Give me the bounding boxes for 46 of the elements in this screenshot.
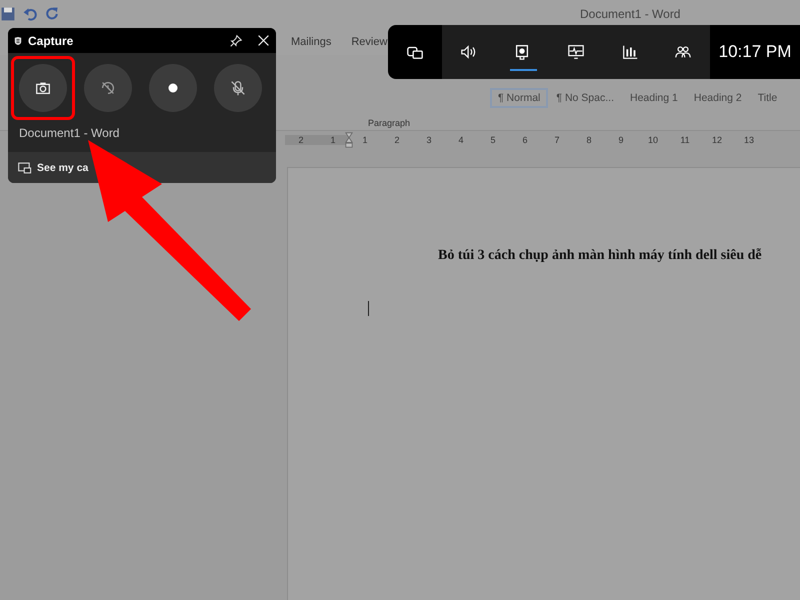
- text-cursor: [368, 301, 369, 316]
- ruler-number: 13: [742, 135, 755, 145]
- captures-link[interactable]: See my ca: [18, 160, 88, 174]
- monitor-icon: [566, 43, 585, 61]
- ruler-number: 10: [646, 135, 659, 145]
- redo-icon[interactable]: [44, 6, 60, 22]
- ruler-number: 1: [329, 135, 336, 145]
- ruler-number: 6: [521, 135, 528, 145]
- ruler-number: 11: [679, 135, 691, 145]
- capture-button[interactable]: [149, 64, 197, 112]
- group-label: Paragraph: [368, 118, 410, 128]
- capture-button[interactable]: [214, 64, 262, 112]
- style-option[interactable]: Heading 1: [622, 88, 686, 108]
- ruler-number: 7: [553, 135, 560, 145]
- ruler-number: 5: [489, 135, 496, 145]
- speaker-icon: [460, 43, 478, 61]
- widget-title: Capture: [28, 34, 74, 48]
- ruler-number: 12: [710, 135, 723, 145]
- style-option[interactable]: ¶ No Spac...: [548, 88, 622, 108]
- style-option[interactable]: Title: [750, 88, 786, 108]
- ribbon-tab[interactable]: Review: [351, 36, 388, 48]
- ruler-number: 2: [393, 135, 400, 145]
- shield-icon: [14, 36, 22, 46]
- style-option[interactable]: Heading 2: [686, 88, 750, 108]
- capture-button[interactable]: [19, 64, 67, 112]
- document-heading: Bỏ túi 3 cách chụp ảnh màn hình máy tính dell siêu dễ: [438, 248, 763, 264]
- ruler-number: 2: [297, 135, 304, 145]
- indent-marker-icon[interactable]: [345, 131, 353, 149]
- clock-slash-icon: [99, 79, 117, 97]
- ruler-number: 4: [457, 135, 464, 145]
- ruler-number: 8: [585, 135, 592, 145]
- save-icon[interactable]: [0, 6, 16, 22]
- style-option[interactable]: ¶ Normal: [490, 88, 548, 108]
- window-title: Document1 - Word: [580, 7, 680, 21]
- pin-icon[interactable]: [229, 34, 243, 48]
- capture-source: Document1 - Word: [19, 126, 120, 140]
- ribbon-tab[interactable]: Mailings: [291, 36, 332, 48]
- gallery-icon: [18, 160, 32, 174]
- ruler-number: 1: [361, 135, 368, 145]
- mic-off-icon: [229, 79, 247, 97]
- bar-chart-icon: [620, 43, 639, 61]
- close-icon[interactable]: [257, 34, 270, 47]
- ruler-number: 9: [617, 135, 624, 145]
- ruler-number: 3: [425, 135, 432, 145]
- undo-icon[interactable]: [22, 6, 38, 22]
- clock-time: 10:17 PM: [718, 41, 792, 63]
